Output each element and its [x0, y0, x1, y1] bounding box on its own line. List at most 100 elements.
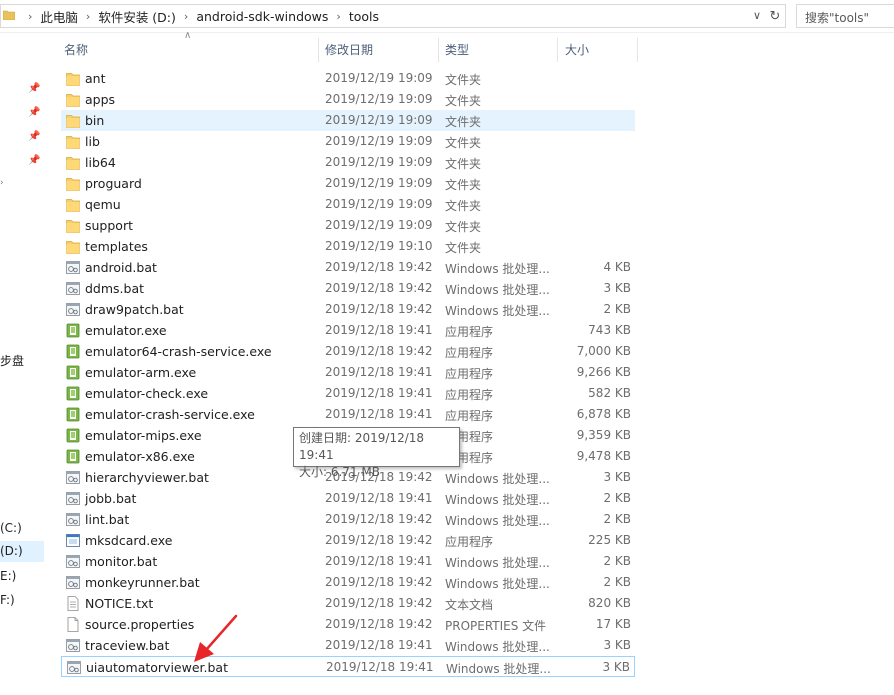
- file-size: 3 KB: [603, 638, 631, 652]
- chevron-right-icon[interactable]: ›: [0, 178, 4, 188]
- file-name: apps: [85, 92, 116, 107]
- nav-item-drive-d[interactable]: (D:): [0, 544, 23, 558]
- file-row[interactable]: monitor.bat 2019/12/18 19:41 Windows 批处理..…: [61, 551, 635, 572]
- column-divider[interactable]: [637, 38, 638, 62]
- file-row[interactable]: NOTICE.txt 2019/12/18 19:42 文本文档 820 KB: [61, 593, 635, 614]
- file-type: Windows 批处理...: [445, 283, 550, 297]
- file-row[interactable]: emulator.exe 2019/12/18 19:41 应用程序 743 KB: [61, 320, 635, 341]
- column-header-name[interactable]: 名称: [64, 38, 318, 62]
- chevron-down-icon[interactable]: ∨: [749, 9, 765, 23]
- folder-icon: [66, 71, 80, 86]
- batch-file-icon: [66, 302, 80, 317]
- file-modified: 2019/12/18 19:42: [325, 596, 433, 610]
- file-row[interactable]: ddms.bat 2019/12/18 19:42 Windows 批处理... 3 …: [61, 278, 635, 299]
- chevron-right-icon[interactable]: ›: [179, 10, 193, 23]
- file-row[interactable]: draw9patch.bat 2019/12/18 19:42 Windows 批处…: [61, 299, 635, 320]
- column-header-size[interactable]: 大小: [565, 38, 637, 62]
- file-modified: 2019/12/18 19:42: [325, 575, 433, 589]
- application-icon: [66, 407, 80, 422]
- breadcrumb-item[interactable]: tools: [346, 9, 382, 24]
- chevron-right-icon[interactable]: ›: [23, 10, 37, 23]
- file-row[interactable]: support 2019/12/19 19:09 文件夹: [61, 215, 635, 236]
- file-row[interactable]: monkeyrunner.bat 2019/12/18 19:42 Windows …: [61, 572, 635, 593]
- column-divider[interactable]: [557, 38, 558, 62]
- file-modified: 2019/12/19 19:09: [325, 113, 433, 127]
- breadcrumb-item[interactable]: 软件安装 (D:): [95, 7, 179, 26]
- nav-item-drive-e[interactable]: E:): [0, 569, 16, 583]
- file-modified: 2019/12/19 19:09: [325, 92, 433, 106]
- file-modified: 2019/12/19 19:09: [325, 71, 433, 85]
- file-name: jobb.bat: [85, 491, 137, 506]
- file-type: 文件夹: [445, 178, 482, 192]
- file-row[interactable]: ant 2019/12/19 19:09 文件夹: [61, 68, 635, 89]
- file-size: 3 KB: [603, 470, 631, 484]
- folder-icon: [66, 218, 80, 233]
- file-type: Windows 批处理...: [445, 304, 550, 318]
- file-type: 文件夹: [445, 115, 482, 129]
- pin-icon[interactable]: 📌: [28, 131, 40, 143]
- batch-file-icon: [66, 281, 80, 296]
- batch-file-icon: [66, 260, 80, 275]
- chevron-right-icon[interactable]: ›: [81, 10, 95, 23]
- file-row[interactable]: lint.bat 2019/12/18 19:42 Windows 批处理... 2 …: [61, 509, 635, 530]
- file-row[interactable]: lib 2019/12/19 19:09 文件夹: [61, 131, 635, 152]
- column-label: 修改日期: [325, 43, 374, 57]
- file-row[interactable]: uiautomatorviewer.bat 2019/12/18 19:41 Win…: [61, 656, 635, 677]
- file-modified: 2019/12/18 19:41: [326, 660, 434, 674]
- file-size: 2 KB: [603, 575, 631, 589]
- file-type: 文件夹: [445, 136, 482, 150]
- nav-item-drive-f[interactable]: F:): [0, 593, 15, 607]
- pin-icon[interactable]: 📌: [28, 83, 40, 95]
- file-row[interactable]: emulator64-crash-service.exe 2019/12/18 1…: [61, 341, 635, 362]
- file-type: Windows 批处理...: [445, 472, 550, 486]
- file-size: 2 KB: [603, 302, 631, 316]
- file-type: Windows 批处理...: [445, 493, 550, 507]
- file-row[interactable]: traceview.bat 2019/12/18 19:41 Windows 批处理…: [61, 635, 635, 656]
- file-name: traceview.bat: [85, 638, 170, 653]
- address-bar[interactable]: › 此电脑 › 软件安装 (D:) › android-sdk-windows …: [0, 4, 786, 28]
- batch-file-icon: [66, 491, 80, 506]
- file-type: 文件夹: [445, 199, 482, 213]
- nav-item-sync-disk[interactable]: 步盘: [0, 352, 24, 369]
- refresh-icon[interactable]: ↻: [767, 9, 783, 25]
- file-row[interactable]: templates 2019/12/19 19:10 文件夹: [61, 236, 635, 257]
- column-divider[interactable]: [438, 38, 439, 62]
- file-modified: 2019/12/19 19:09: [325, 176, 433, 190]
- file-row[interactable]: lib64 2019/12/19 19:09 文件夹: [61, 152, 635, 173]
- column-label: 名称: [64, 43, 89, 57]
- pin-icon[interactable]: 📌: [28, 155, 40, 167]
- chevron-right-icon[interactable]: ›: [331, 10, 345, 23]
- file-row[interactable]: android.bat 2019/12/18 19:42 Windows 批处理..…: [61, 257, 635, 278]
- file-row[interactable]: emulator-arm.exe 2019/12/18 19:41 应用程序 9,26…: [61, 362, 635, 383]
- file-row[interactable]: proguard 2019/12/19 19:09 文件夹: [61, 173, 635, 194]
- file-type: 应用程序: [445, 388, 494, 402]
- file-modified: 2019/12/18 19:41: [325, 554, 433, 568]
- file-type: 应用程序: [445, 535, 494, 549]
- search-input[interactable]: 搜索"tools": [796, 4, 894, 28]
- file-row[interactable]: apps 2019/12/19 19:09 文件夹: [61, 89, 635, 110]
- column-header-modified[interactable]: 修改日期: [325, 38, 438, 62]
- file-row[interactable]: emulator-check.exe 2019/12/18 19:41 应用程序 58…: [61, 383, 635, 404]
- file-row[interactable]: mksdcard.exe 2019/12/18 19:42 应用程序 225 KB: [61, 530, 635, 551]
- file-row[interactable]: bin 2019/12/19 19:09 文件夹: [61, 110, 635, 131]
- file-type: 应用程序: [445, 409, 494, 423]
- folder-icon: [3, 10, 15, 20]
- file-modified: 2019/12/18 19:41: [325, 365, 433, 379]
- column-header-type[interactable]: 类型: [445, 38, 555, 62]
- breadcrumb-item[interactable]: 此电脑: [37, 7, 81, 26]
- breadcrumb-item[interactable]: android-sdk-windows: [193, 9, 331, 24]
- column-divider[interactable]: [318, 38, 319, 62]
- nav-item-drive-c[interactable]: (C:): [0, 521, 22, 535]
- file-row[interactable]: source.properties 2019/12/18 19:42 PROPERT…: [61, 614, 635, 635]
- file-modified: 2019/12/18 19:41: [325, 407, 433, 421]
- file-modified: 2019/12/19 19:10: [325, 239, 433, 253]
- file-row[interactable]: jobb.bat 2019/12/18 19:41 Windows 批处理... 2 …: [61, 488, 635, 509]
- folder-icon: [66, 134, 80, 149]
- file-row[interactable]: emulator-crash-service.exe 2019/12/18 19:…: [61, 404, 635, 425]
- batch-file-icon: [66, 575, 80, 590]
- file-row[interactable]: qemu 2019/12/19 19:09 文件夹: [61, 194, 635, 215]
- file-name: proguard: [85, 176, 142, 191]
- file-size: 6,878 KB: [576, 407, 631, 421]
- file-name: monkeyrunner.bat: [85, 575, 200, 590]
- pin-icon[interactable]: 📌: [28, 107, 40, 119]
